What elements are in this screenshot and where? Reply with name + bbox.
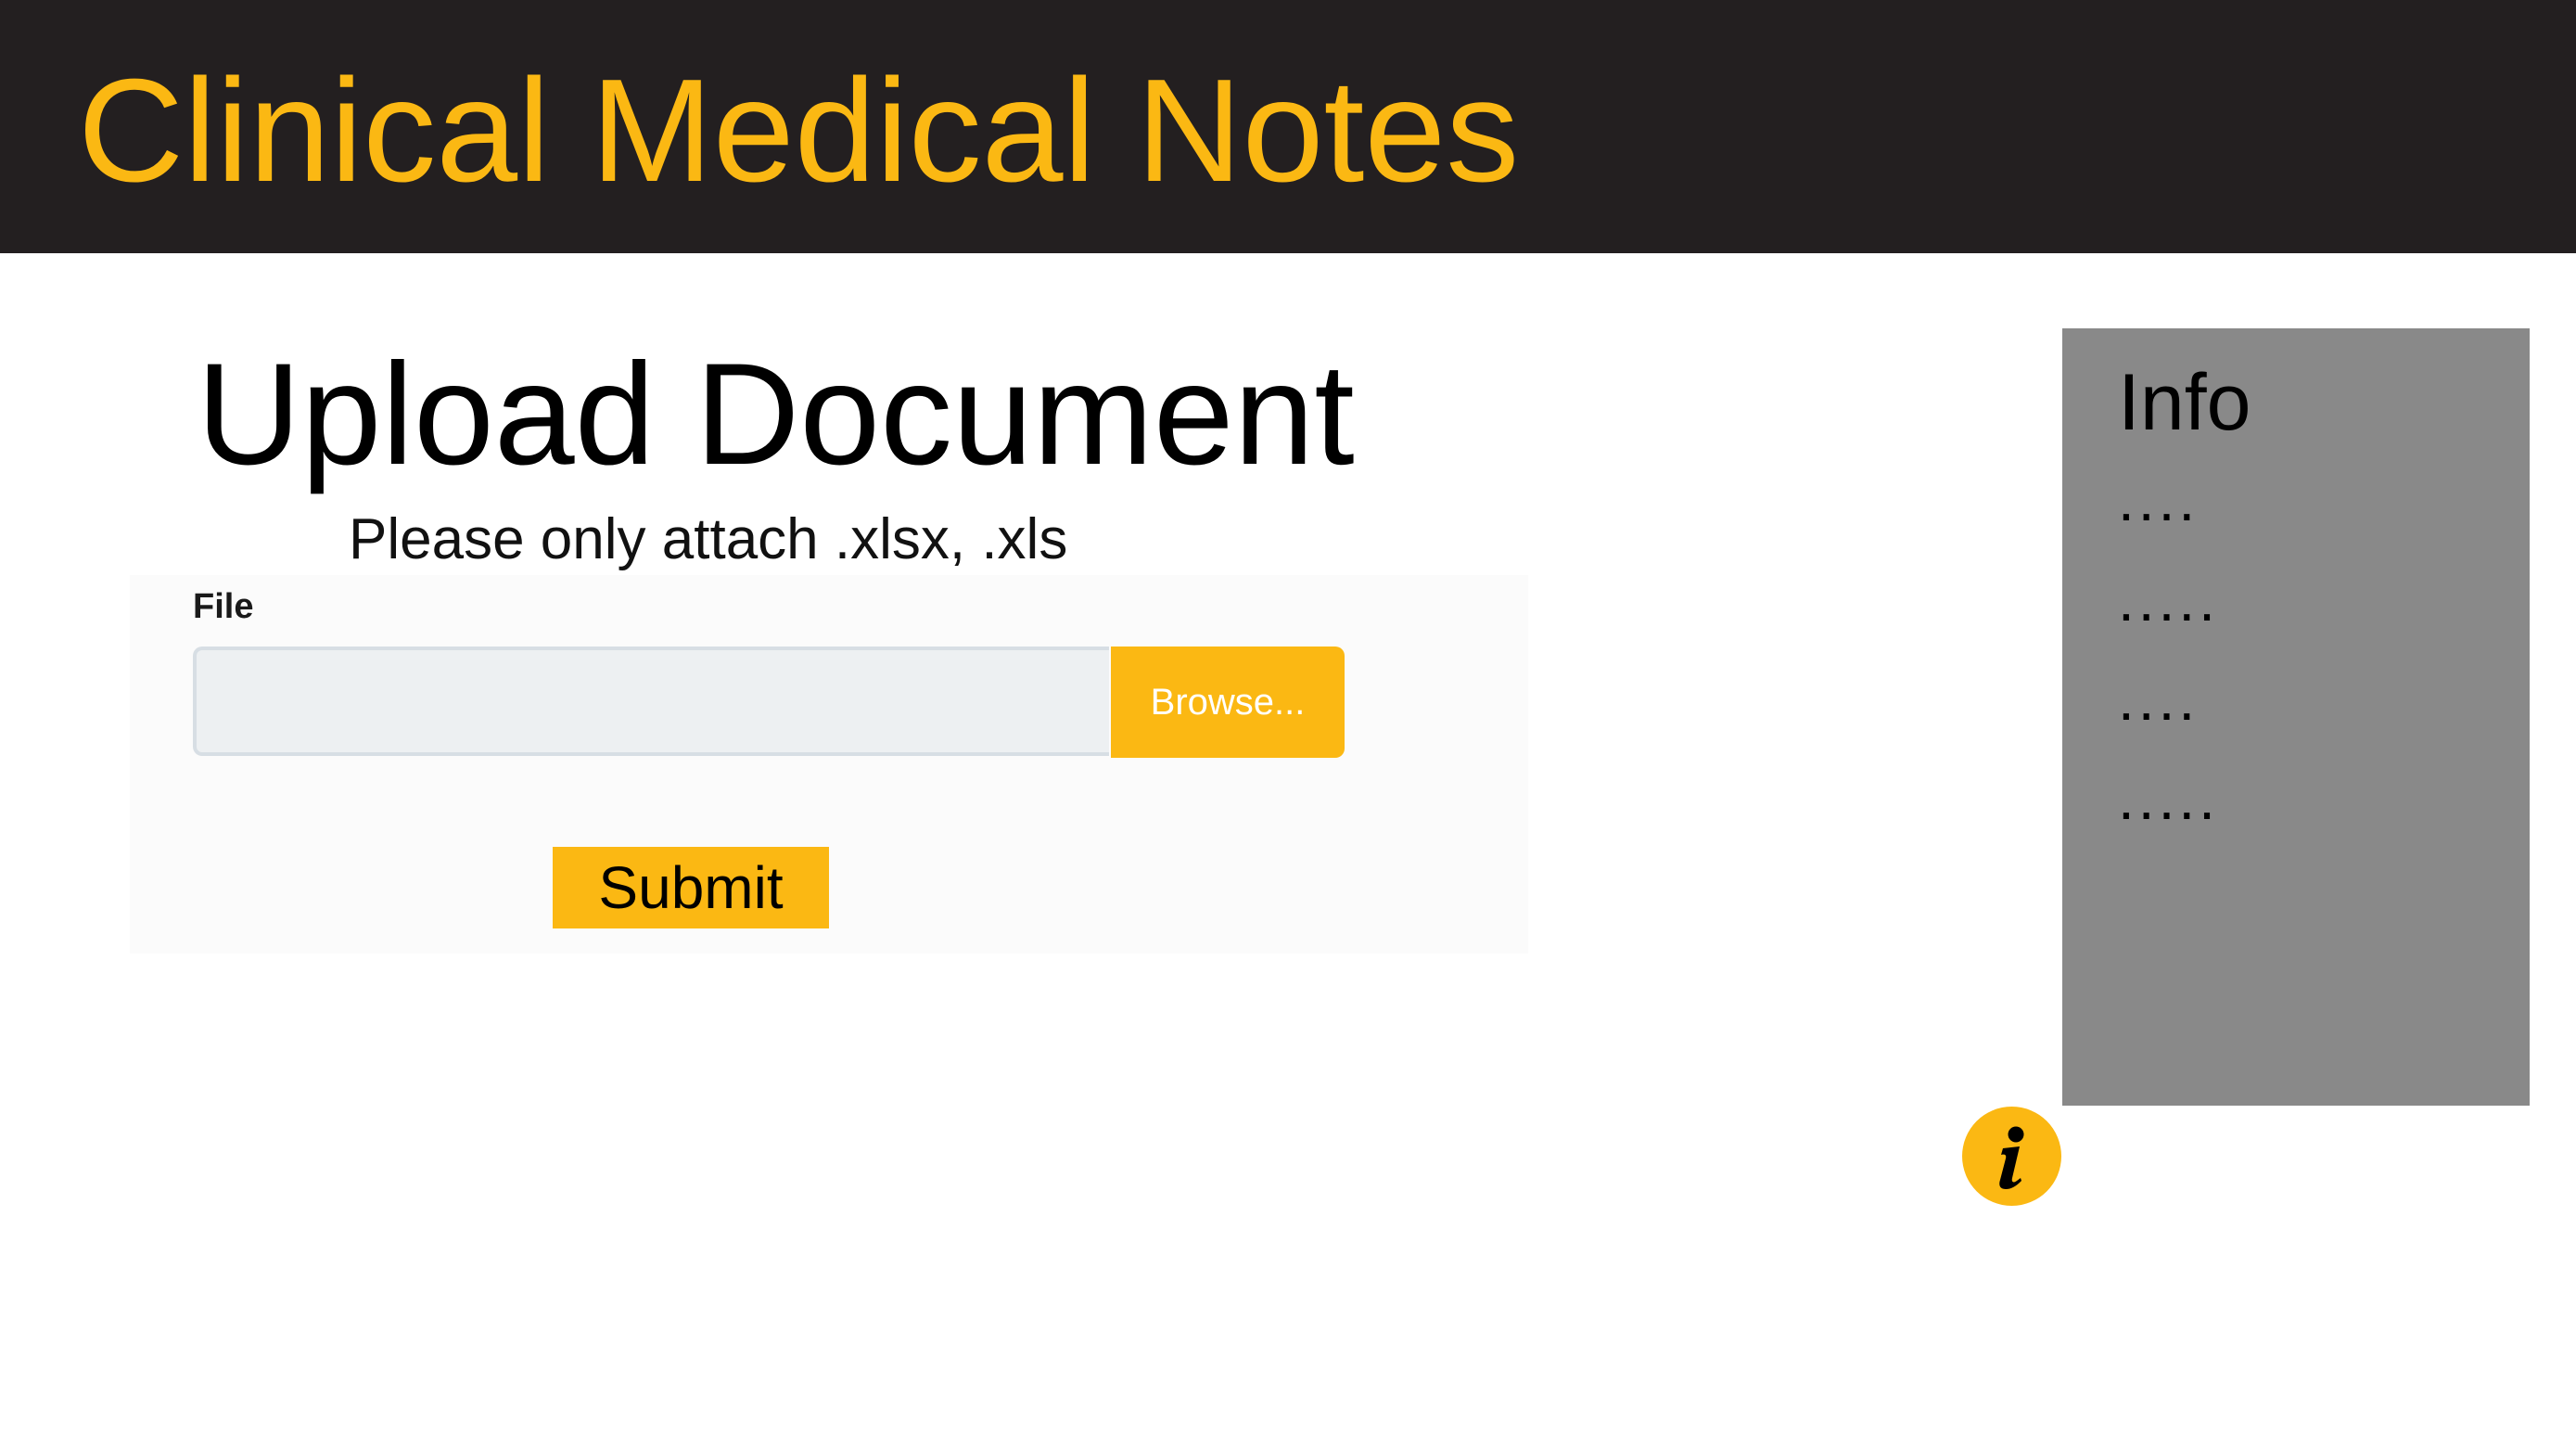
info-line: .... [2118, 467, 2200, 533]
page-title: Upload Document [197, 334, 1355, 495]
info-glyph [1999, 1126, 2024, 1189]
app-header: Clinical Medical Notes [0, 0, 2576, 253]
browse-button[interactable]: Browse... [1111, 647, 1345, 758]
info-line: ..... [2118, 567, 2219, 634]
file-input[interactable] [193, 647, 1109, 756]
upload-hint: Please only attach .xlsx, .xls [349, 507, 1068, 571]
submit-button[interactable]: Submit [553, 847, 829, 928]
info-title: Info [2118, 358, 2251, 447]
file-label: File [193, 587, 254, 626]
app-title: Clinical Medical Notes [78, 49, 1520, 212]
info-icon[interactable] [1962, 1107, 2061, 1206]
info-panel: Info .... ..... .... ..... [2062, 328, 2530, 1106]
upload-form-panel [130, 575, 1528, 954]
info-line: .... [2118, 666, 2200, 733]
info-line: ..... [2118, 765, 2219, 832]
